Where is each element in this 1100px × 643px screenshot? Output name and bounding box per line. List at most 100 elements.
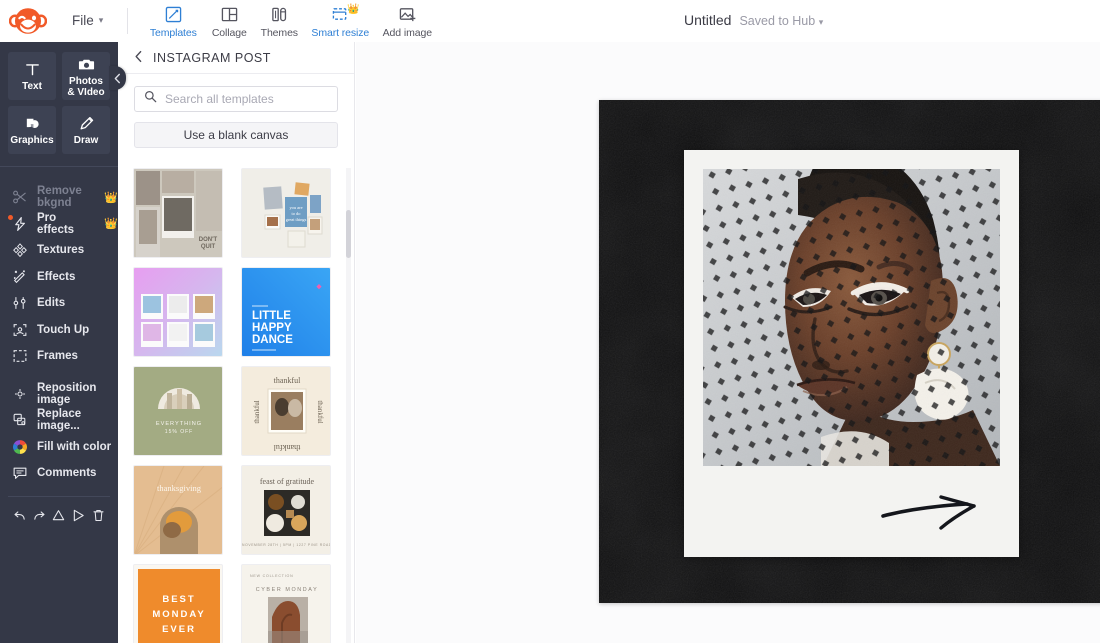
polaroid-frame[interactable] xyxy=(684,150,1019,557)
sidebar-item-comments[interactable]: Comments xyxy=(0,460,118,487)
panel-back-button[interactable] xyxy=(134,50,143,66)
sidebar-button-text-label: Text xyxy=(22,81,42,92)
template-thumbnail[interactable]: feast of gratitude NOVEMBER 28TH | 5PM |… xyxy=(241,465,331,555)
panel-title: INSTAGRAM POST xyxy=(153,50,271,65)
search-box[interactable] xyxy=(134,86,338,112)
document-title-area: Untitled Saved to Hub ▾ xyxy=(684,12,823,28)
replace-icon xyxy=(11,412,28,429)
left-sidebar: Text Photos & VIdeo Graphics Draw Remove… xyxy=(0,42,118,643)
undo-icon[interactable] xyxy=(11,507,28,524)
sidebar-item-touch-up-label: Touch Up xyxy=(37,323,90,336)
sidebar-item-textures-label: Textures xyxy=(37,244,85,257)
collage-icon xyxy=(221,5,238,25)
svg-text:DANCE: DANCE xyxy=(252,334,293,346)
flip-horizontal-icon[interactable] xyxy=(70,507,87,524)
template-thumbnail[interactable]: BEST MONDAY EVER xyxy=(133,564,223,643)
sidebar-button-photos-video-label: Photos & VIdeo xyxy=(67,75,105,98)
chevron-left-icon xyxy=(114,73,120,83)
save-status-button[interactable]: Saved to Hub ▾ xyxy=(739,14,823,28)
flip-vertical-icon[interactable] xyxy=(50,507,67,524)
tab-smart-resize-label: Smart resize xyxy=(311,26,370,39)
toolbar-divider xyxy=(127,7,129,34)
tab-collage[interactable]: Collage xyxy=(204,3,254,39)
camera-icon xyxy=(78,55,95,74)
quick-tools-grid: Text Photos & VIdeo Graphics Draw xyxy=(0,42,118,166)
effects-icon xyxy=(11,268,28,285)
use-blank-canvas-label: Use a blank canvas xyxy=(183,128,289,142)
pro-crown-icon: 👑 xyxy=(104,191,118,204)
sidebar-item-textures[interactable]: Textures xyxy=(0,237,118,264)
instagram-post-canvas[interactable] xyxy=(599,100,1100,603)
tab-themes[interactable]: Themes xyxy=(254,3,304,39)
template-thumbnail[interactable]: EVERYTHING 15% OFF xyxy=(133,366,223,456)
sidebar-item-replace-image[interactable]: Replace image... xyxy=(0,407,118,434)
svg-text:BEST: BEST xyxy=(162,594,195,605)
lightning-icon xyxy=(11,215,28,232)
template-thumbnail[interactable]: you are to do great things xyxy=(241,168,331,258)
sidebar-button-text[interactable]: Text xyxy=(8,52,56,100)
sidebar-item-fill-with-color-label: Fill with color xyxy=(37,440,112,453)
portrait-photo-veil[interactable] xyxy=(703,169,1000,466)
chevron-left-icon xyxy=(135,50,142,62)
sidebar-item-comments-label: Comments xyxy=(37,467,97,480)
monkey-logo-icon xyxy=(9,7,47,34)
chevron-down-icon: ▾ xyxy=(98,15,104,25)
file-menu-label: File xyxy=(72,13,94,28)
sidebar-item-frames[interactable]: Frames xyxy=(0,343,118,370)
template-thumbnail[interactable]: thanksgiving xyxy=(133,465,223,555)
add-image-icon xyxy=(399,5,416,25)
sidebar-item-remove-bkgnd[interactable]: Remove bkgnd 👑 xyxy=(0,184,118,211)
redo-icon[interactable] xyxy=(31,507,48,524)
svg-text:NEW COLLECTION: NEW COLLECTION xyxy=(250,574,294,578)
textures-icon xyxy=(11,242,28,259)
svg-text:15% OFF: 15% OFF xyxy=(165,429,193,435)
template-thumbnail[interactable]: NEW COLLECTION CYBER MONDAY xyxy=(241,564,331,643)
sidebar-button-graphics[interactable]: Graphics xyxy=(8,106,56,154)
app-logo[interactable] xyxy=(0,6,56,36)
templates-scroll-area[interactable]: DON'T QUIT you are to do great things LI… xyxy=(118,168,355,643)
templates-grid: DON'T QUIT you are to do great things LI… xyxy=(118,168,355,643)
file-menu-button[interactable]: File ▾ xyxy=(66,9,109,32)
use-blank-canvas-button[interactable]: Use a blank canvas xyxy=(134,122,338,148)
panel-scrollbar-thumb[interactable] xyxy=(346,210,351,258)
sidebar-button-draw[interactable]: Draw xyxy=(62,106,110,154)
colorwheel-icon xyxy=(11,438,28,455)
template-thumbnail[interactable]: thankful thankful thankful thankful xyxy=(241,366,331,456)
svg-text:thanksgiving: thanksgiving xyxy=(157,483,202,493)
tab-templates-label: Templates xyxy=(149,26,197,39)
template-thumbnail[interactable]: DON'T QUIT xyxy=(133,168,223,258)
draw-icon xyxy=(78,114,95,133)
panel-header: INSTAGRAM POST xyxy=(118,42,354,74)
sidebar-item-touch-up[interactable]: Touch Up xyxy=(0,317,118,344)
tab-templates[interactable]: Templates xyxy=(142,3,204,39)
canvas-workspace[interactable] xyxy=(356,42,1100,643)
svg-text:MONDAY: MONDAY xyxy=(152,609,205,620)
hand-drawn-arrow[interactable] xyxy=(877,490,997,540)
sidebar-item-effects-label: Effects xyxy=(37,270,76,283)
svg-text:you are: you are xyxy=(289,205,302,210)
new-badge-dot xyxy=(8,214,13,220)
svg-text:NOVEMBER 28TH | 5PM | 1227 PIN: NOVEMBER 28TH | 5PM | 1227 PINE ROAD xyxy=(242,543,331,547)
template-thumbnail[interactable]: LITTLE HAPPY DANCE xyxy=(241,267,331,357)
tab-add-image[interactable]: Add image xyxy=(376,3,438,39)
edits-icon xyxy=(11,295,28,312)
search-input[interactable] xyxy=(165,92,328,106)
templates-icon xyxy=(165,5,182,25)
sidebar-item-reposition-image[interactable]: Reposition image xyxy=(0,381,118,408)
sidebar-item-replace-image-label: Replace image... xyxy=(37,408,82,433)
template-thumbnail[interactable] xyxy=(133,267,223,357)
sidebar-item-pro-effects[interactable]: Pro effects 👑 xyxy=(0,211,118,238)
trash-icon[interactable] xyxy=(90,507,107,524)
tab-smart-resize[interactable]: 👑 Smart resize xyxy=(304,3,376,39)
sidebar-item-edits[interactable]: Edits xyxy=(0,290,118,317)
sidebar-button-draw-label: Draw xyxy=(73,135,99,146)
search-area xyxy=(118,74,354,112)
tab-collage-label: Collage xyxy=(211,26,247,39)
document-title[interactable]: Untitled xyxy=(684,12,731,28)
sidebar-item-fill-with-color[interactable]: Fill with color xyxy=(0,434,118,461)
sidebar-button-photos-video[interactable]: Photos & VIdeo xyxy=(62,52,110,100)
svg-text:CYBER MONDAY: CYBER MONDAY xyxy=(256,587,319,593)
sidebar-item-effects[interactable]: Effects xyxy=(0,264,118,291)
portrait-photo-image xyxy=(703,169,1000,466)
